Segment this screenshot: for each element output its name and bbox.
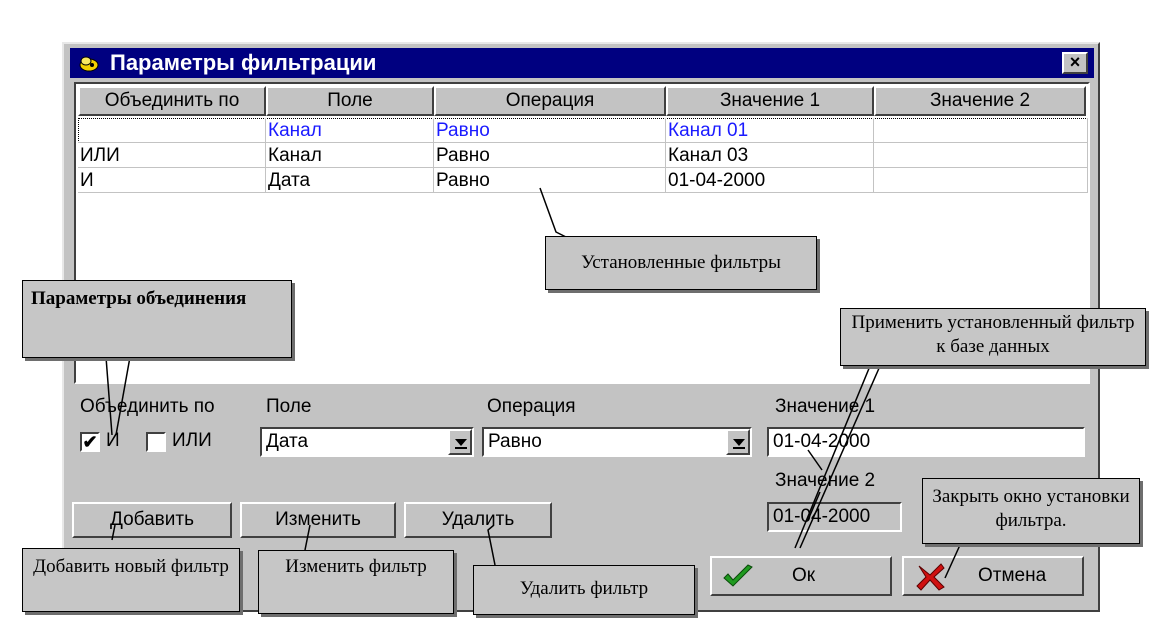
value2-input[interactable]: 01-04-2000 <box>767 502 902 532</box>
cell-field: Дата <box>266 168 434 193</box>
cell-operation: Равно <box>434 143 666 168</box>
column-header-join[interactable]: Объединить по <box>78 86 266 116</box>
column-header-field[interactable]: Поле <box>266 86 434 116</box>
operation-label: Операция <box>487 396 576 417</box>
cell-value1: 01-04-2000 <box>666 168 874 193</box>
window-title: Параметры фильтрации <box>110 50 377 75</box>
cell-join: И <box>78 168 266 193</box>
cell-field: Канал <box>266 118 434 143</box>
value1-input[interactable]: 01-04-2000 <box>767 427 1085 457</box>
cell-value2 <box>874 118 1088 143</box>
chevron-down-icon[interactable] <box>448 429 472 455</box>
column-header-operation[interactable]: Операция <box>434 86 666 116</box>
and-checkbox[interactable]: ✔ <box>80 432 100 452</box>
chevron-down-icon[interactable] <box>726 429 750 455</box>
value1-label: Значение 1 <box>775 396 876 417</box>
operation-select-value: Равно <box>488 431 542 452</box>
apply-callout: Применить установленный фильтр к базе да… <box>840 308 1146 366</box>
close-callout: Закрыть окно установки фильтра. <box>922 478 1140 544</box>
cancel-button[interactable]: Отмена <box>902 556 1084 596</box>
and-label: И <box>106 430 120 451</box>
add-button[interactable]: Добавить <box>72 502 232 538</box>
cell-join <box>78 118 266 143</box>
cancel-label: Отмена <box>978 565 1047 586</box>
cell-value2 <box>874 143 1088 168</box>
delete-button[interactable]: Удалить <box>404 502 552 538</box>
column-header-value1[interactable]: Значение 1 <box>666 86 874 116</box>
column-header-value2[interactable]: Значение 2 <box>874 86 1086 116</box>
close-button[interactable]: × <box>1062 52 1088 74</box>
edit-filter-callout: Изменить фильтр <box>258 550 454 614</box>
field-select[interactable]: Дата <box>260 427 474 457</box>
value2-label: Значение 2 <box>775 470 876 491</box>
cell-value2 <box>874 168 1088 193</box>
operation-select[interactable]: Равно <box>482 427 752 457</box>
add-new-callout: Добавить новый фильтр <box>22 548 240 612</box>
or-label: ИЛИ <box>172 430 212 451</box>
join-label: Объединить по <box>80 396 215 417</box>
filter-app-icon <box>79 56 99 72</box>
table-row[interactable]: И Дата Равно 01-04-2000 <box>78 168 1088 193</box>
checkmark-icon <box>723 564 753 587</box>
field-label: Поле <box>266 396 312 417</box>
cell-operation: Равно <box>434 168 666 193</box>
filters-callout: Установленные фильтры <box>545 236 817 290</box>
join-params-callout: Параметры объединения <box>22 280 292 358</box>
cell-operation: Равно <box>434 118 666 143</box>
title-bar[interactable]: Параметры фильтрации × <box>70 48 1094 78</box>
ok-button[interactable]: Ок <box>710 556 892 596</box>
field-select-value: Дата <box>266 431 309 452</box>
table-row[interactable]: Канал Равно Канал 01 <box>78 118 1088 143</box>
red-x-icon <box>916 563 945 591</box>
table-row[interactable]: ИЛИ Канал Равно Канал 03 <box>78 143 1088 168</box>
ok-label: Ок <box>792 565 816 586</box>
cell-join: ИЛИ <box>78 143 266 168</box>
cell-value1: Канал 01 <box>666 118 874 143</box>
cell-field: Канал <box>266 143 434 168</box>
or-checkbox[interactable] <box>146 432 166 452</box>
cell-value1: Канал 03 <box>666 143 874 168</box>
edit-button[interactable]: Изменить <box>240 502 396 538</box>
delete-filter-callout: Удалить фильтр <box>473 565 695 615</box>
